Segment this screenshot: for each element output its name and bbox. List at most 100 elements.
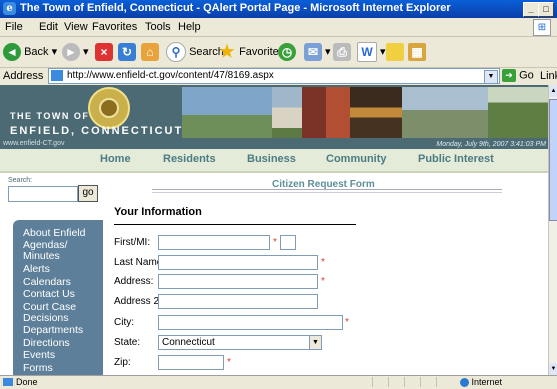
print-button[interactable]: ⎙ [333, 41, 351, 63]
sidebar-item-forms[interactable]: Forms [23, 362, 53, 374]
nav-residents[interactable]: Residents [163, 153, 216, 165]
toolbar: ◄ Back ▾ ► ▾ × ↻ ⌂ ⚲ Search ★ Favorites … [0, 37, 557, 68]
refresh-button[interactable]: ↻ [118, 41, 136, 63]
forward-button[interactable]: ► ▾ [62, 41, 89, 63]
home-icon: ⌂ [141, 43, 159, 62]
messenger-button[interactable]: ▦ [408, 41, 426, 63]
address-bar: Address http://www.enfield-ct.gov/conten… [0, 67, 557, 86]
zip-field[interactable] [158, 355, 224, 370]
go-arrow-icon: ➜ [502, 69, 516, 82]
address-dropdown-icon[interactable]: ▼ [484, 70, 498, 84]
state-label: State: [114, 337, 141, 348]
sidebar-item-departments[interactable]: Departments [23, 324, 83, 336]
required-marker: * [273, 237, 277, 248]
section-heading: Your Information [114, 206, 202, 218]
state-select[interactable]: Connecticut ▼ [158, 335, 322, 350]
nav-home[interactable]: Home [100, 153, 131, 165]
search-go-button[interactable]: go [78, 185, 98, 202]
sidebar-item-calendars[interactable]: Calendars [23, 276, 71, 288]
address-field[interactable] [158, 274, 318, 289]
scroll-up-icon[interactable]: ▲ [549, 85, 557, 97]
zip-label: Zip: [114, 357, 131, 368]
menu-tools[interactable]: Tools [145, 21, 171, 33]
status-segment [372, 377, 387, 387]
stop-button[interactable]: × [95, 41, 113, 63]
address-url: http://www.enfield-ct.gov/content/47/816… [67, 70, 274, 81]
page-icon [51, 70, 63, 81]
first-name-field[interactable] [158, 235, 270, 250]
minimize-button[interactable]: _ [523, 2, 539, 17]
header-photo-shrine [272, 87, 302, 138]
history-button[interactable]: ◷ [278, 41, 296, 63]
divider [152, 189, 502, 190]
forward-arrow-icon: ► [62, 43, 80, 62]
status-text: Done [16, 377, 38, 387]
first-name-label: First/MI: [114, 237, 151, 248]
menu-favorites[interactable]: Favorites [92, 21, 137, 33]
site-title-line2: Enfield, Connecticut [10, 125, 184, 137]
city-field[interactable] [158, 315, 343, 330]
search-button[interactable]: ⚲ Search [166, 41, 224, 63]
window-titlebar: e The Town of Enfield, Connecticut - QAl… [0, 0, 557, 18]
middle-initial-field[interactable] [280, 235, 296, 250]
address-input[interactable]: http://www.enfield-ct.gov/content/47/816… [48, 68, 500, 84]
sidebar-item-events[interactable]: Events [23, 349, 55, 361]
header-photo-bell [350, 87, 402, 138]
required-marker: * [345, 317, 349, 328]
refresh-icon: ↻ [118, 43, 136, 62]
vertical-scrollbar[interactable]: ▲ ▼ [548, 85, 557, 375]
printer-icon: ⎙ [333, 43, 351, 62]
mail-button[interactable]: ✉ ▾ [304, 41, 331, 63]
sidebar-item-about-enfield[interactable]: About Enfield [23, 227, 85, 239]
nav-community[interactable]: Community [326, 153, 387, 165]
windows-logo-icon: ⊞ [533, 19, 551, 36]
menu-edit[interactable]: Edit [39, 21, 58, 33]
back-arrow-icon: ◄ [3, 43, 21, 62]
menu-bar: File Edit View Favorites Tools Help [0, 18, 557, 37]
page-viewport: The Town of Enfield, Connecticut www.enf… [0, 85, 548, 375]
chevron-down-icon[interactable]: ▼ [309, 336, 321, 349]
status-segment [404, 377, 419, 387]
header-photo-memorial [402, 87, 488, 138]
header-date: Monday, July 9th, 2007 3:41:03 PM [436, 141, 546, 148]
scroll-thumb[interactable] [549, 99, 557, 221]
go-button[interactable]: ➜ Go [502, 69, 534, 82]
star-icon: ★ [219, 42, 235, 62]
history-icon: ◷ [278, 43, 296, 62]
status-segment [436, 377, 451, 387]
edit-button[interactable]: W ▾ [357, 41, 386, 63]
sidebar-item-alerts[interactable]: Alerts [23, 263, 50, 275]
menu-help[interactable]: Help [178, 21, 201, 33]
home-button[interactable]: ⌂ [141, 41, 159, 63]
globe-icon [460, 378, 469, 388]
mail-icon: ✉ [304, 43, 322, 62]
search-input[interactable] [8, 186, 78, 202]
address2-label: Address 2: [114, 296, 162, 307]
ie-logo-icon: e [3, 2, 16, 15]
nav-public-interest[interactable]: Public Interest [418, 153, 494, 165]
sidebar-item-directions[interactable]: Directions [23, 337, 70, 349]
links-button[interactable]: Links [540, 70, 557, 82]
menu-file[interactable]: File [5, 21, 23, 33]
back-button[interactable]: ◄ Back ▾ [3, 41, 57, 63]
research-icon: ▦ [408, 43, 426, 62]
menu-view[interactable]: View [64, 21, 88, 33]
header-photo-brick [302, 87, 350, 138]
scroll-down-icon[interactable]: ▼ [549, 363, 557, 375]
required-marker: * [227, 357, 231, 368]
last-name-field[interactable] [158, 255, 318, 270]
note-icon [386, 43, 404, 62]
address2-field[interactable] [158, 294, 318, 309]
favorites-button[interactable]: ★ Favorites [218, 41, 284, 63]
address-label: Address: [114, 276, 154, 287]
search-label: Search: [8, 177, 33, 184]
city-label: City: [114, 317, 134, 328]
security-zone: Internet [460, 377, 502, 388]
sidebar-item-decisions[interactable]: Decisions [23, 312, 69, 324]
sidebar-item-contact-us[interactable]: Contact Us [23, 288, 75, 300]
discuss-button[interactable] [386, 41, 404, 63]
site-title-line1: The Town of [10, 111, 90, 121]
maximize-button[interactable]: □ [538, 2, 554, 17]
nav-business[interactable]: Business [247, 153, 296, 165]
sidebar-item-minutes[interactable]: Minutes [23, 250, 60, 262]
